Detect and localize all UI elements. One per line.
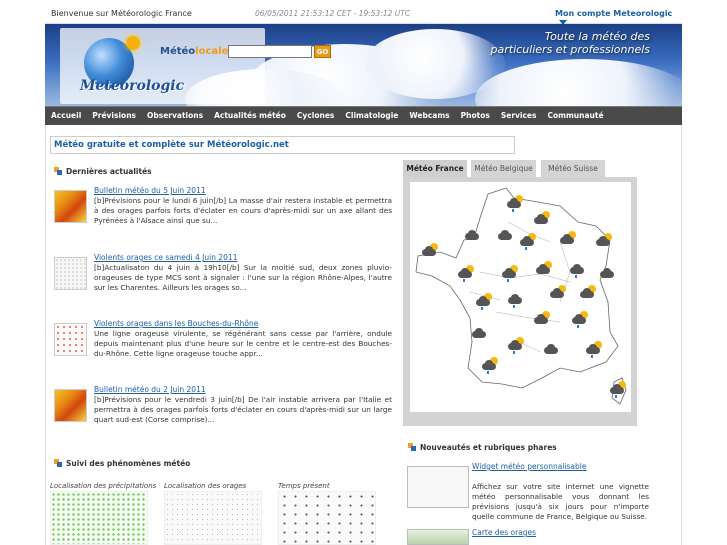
news-thumbnail[interactable] [54,323,87,356]
rubriques-section-title: Nouveautés et rubriques phares [408,443,557,452]
weather-cloud-icon [465,230,481,242]
weather-cloud-sun-icon [520,233,536,250]
weather-cloud-sun-icon [550,285,566,300]
main-nav: Accueil Prévisions Observations Actualités … [45,106,682,125]
weather-cloud-sun-icon [458,265,474,282]
weather-cloud-sun-icon [508,337,524,354]
news-thumbnail[interactable] [54,389,87,422]
current-weather-thumbnail[interactable] [278,491,376,545]
storm-map-thumbnail[interactable] [164,491,262,545]
page-title: Météo gratuite et complète sur Météorolo… [50,136,515,154]
weather-cloud-sun-icon [536,261,552,276]
weather-cloud-icon [498,230,514,242]
account-label: Mon compte Meteorologic [555,9,673,18]
tab-meteo-suisse[interactable]: Météo Suisse [541,160,605,177]
tagline-line-1: Toute la météo des [544,30,650,43]
storm-map-link[interactable]: Carte des orages [472,528,536,537]
phenomenon-label: Localisation des précipitations [50,482,157,490]
top-bar: Bienvenue sur Météorologic France 06/05/… [45,0,682,25]
welcome-text: Bienvenue sur Météorologic France [51,9,192,18]
sun-icon [126,36,140,50]
nav-item-accueil[interactable]: Accueil [45,107,86,124]
weather-cloud-icon [508,294,524,308]
nav-item-climatologie[interactable]: Climatologie [339,107,403,124]
weather-cloud-sun-icon [586,341,602,358]
weather-cloud-sun-icon [560,231,576,246]
tab-meteo-france[interactable]: Météo France [403,160,467,177]
weather-cloud-sun-icon [596,233,612,248]
weather-cloud-sun-icon [534,311,550,326]
weather-cloud-sun-icon [572,311,588,328]
weather-cloud-icon [544,344,560,356]
news-title-link[interactable]: Bulletin météo du 5 Juin 2011 [94,186,206,195]
widget-thumbnail[interactable] [407,466,469,508]
news-excerpt: Une ligne orageuse virulente, se régénér… [94,329,392,358]
weather-cloud-sun-icon [476,293,492,310]
phenomenon-label: Localisation des orages [164,482,247,490]
news-excerpt: [b]Prévisions pour le vendredi 3 juin[/b… [94,395,392,424]
tab-meteo-belgique[interactable]: Météo Belgique [471,160,536,177]
weather-cloud-icon [600,268,616,280]
datetime-text: 06/05/2011 21:53:12 CET - 19:53:12 UTC [255,9,411,18]
news-title-link[interactable]: Violents orages dans les Bouches-du-Rhôn… [94,319,258,328]
meteolocale-brand: Météolocale [160,46,228,57]
search-go-button[interactable]: GO [314,45,331,58]
weather-cloud-sun-icon [507,195,523,212]
tagline: Toute la météo des particuliers et profe… [491,30,650,56]
news-excerpt: [b]Prévisions pour le lundi 6 juin[/b] L… [94,196,392,225]
france-weather-map-panel [403,177,637,426]
france-weather-map[interactable] [410,182,631,412]
nav-item-communaute[interactable]: Communauté [542,107,609,124]
site-logo[interactable]: Meteorologic [80,78,184,94]
squares-icon [408,443,416,451]
weather-cloud-sun-icon [482,357,498,374]
news-title-link[interactable]: Violents orages ce samedi 4 Juin 2011 [94,253,237,262]
news-thumbnail[interactable] [54,257,87,290]
news-excerpt: [b]Actualisaton du 4 juin à 19h10[/b] Su… [94,263,392,292]
weather-cloud-sun-icon [422,243,438,258]
header-banner: Meteorologic Météolocale GO Toute la mét… [45,24,682,106]
widget-description: Affichez sur votre site internet une vig… [472,482,649,521]
nav-item-photos[interactable]: Photos [455,107,495,124]
weather-cloud-sun-icon [502,265,518,282]
weather-cloud-sun-icon [580,285,596,300]
nav-item-observations[interactable]: Observations [141,107,208,124]
main-content: Météo gratuite et complète sur Météorolo… [45,125,682,545]
phenomena-section-title: Suivi des phénomènes météo [54,459,190,468]
weather-cloud-sun-icon [610,381,626,398]
squares-icon [54,459,62,467]
news-thumbnail[interactable] [54,190,87,223]
logo-panel: Meteorologic Météolocale GO [60,28,331,104]
map-footer [403,412,637,426]
nav-item-services[interactable]: Services [495,107,542,124]
news-section-title: Dernières actualités [54,167,152,176]
brand-locale: locale [195,46,229,57]
storm-map-thumbnail[interactable] [407,529,469,545]
brand-meteo: Météo [160,46,196,57]
city-search-input[interactable] [228,45,312,58]
weather-cloud-icon [570,264,586,278]
nav-item-previsions[interactable]: Prévisions [86,107,141,124]
weather-cloud-icon [472,328,488,340]
precipitation-map-thumbnail[interactable] [50,491,148,545]
nav-item-actualites[interactable]: Actualités météo [208,107,291,124]
nav-item-cyclones[interactable]: Cyclones [291,107,339,124]
phenomenon-label: Temps présent [278,482,330,490]
weather-cloud-sun-icon [534,211,550,226]
widget-title-link[interactable]: Widget météo personnalisable [472,462,586,471]
tagline-line-2: particuliers et professionnels [490,43,650,56]
squares-icon [54,167,62,175]
nav-item-webcams[interactable]: Webcams [403,107,454,124]
cloud-decoration [475,59,682,106]
news-title-link[interactable]: Bulletin météo du 2 Juin 2011 [94,385,206,394]
